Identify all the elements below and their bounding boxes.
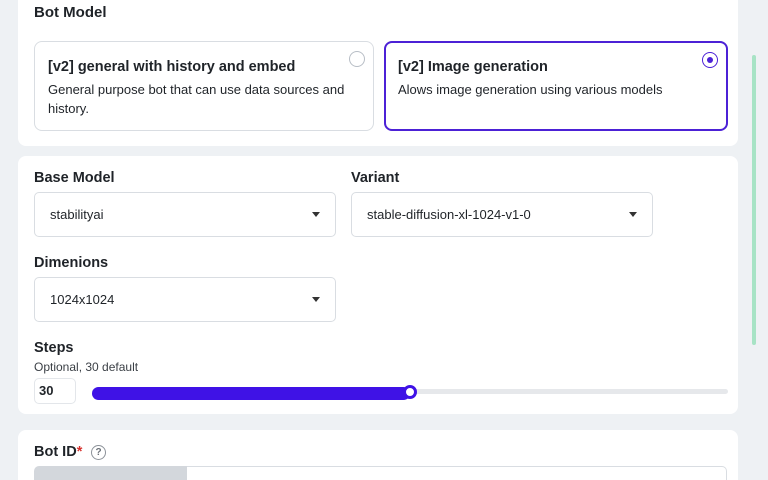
model-settings-card: Base Model stabilityai Variant stable-di…: [18, 156, 738, 414]
bot-option-image-desc: Alows image generation using various mod…: [398, 82, 663, 97]
chevron-down-icon: [629, 212, 637, 217]
steps-input[interactable]: 30: [34, 378, 76, 404]
steps-slider[interactable]: [92, 385, 728, 400]
steps-slider-fill: [92, 387, 410, 400]
variant-value: stable-diffusion-xl-1024-v1-0: [367, 207, 531, 222]
chevron-down-icon: [312, 212, 320, 217]
dimensions-label: Dimenions: [34, 255, 109, 271]
required-star: *: [76, 444, 83, 460]
bot-id-label-text: Bot ID: [34, 444, 77, 460]
bot-option-general[interactable]: [v2] general with history and embed Gene…: [34, 41, 374, 131]
base-model-value: stabilityai: [50, 207, 104, 222]
scrollbar[interactable]: [752, 55, 756, 345]
bot-id-input[interactable]: [187, 466, 727, 480]
dimensions-value: 1024x1024: [50, 292, 115, 307]
bot-option-image-title: [v2] Image generation: [398, 59, 548, 75]
help-icon[interactable]: ?: [91, 445, 106, 460]
steps-slider-thumb[interactable]: [403, 385, 417, 399]
steps-hint: Optional, 30 default: [34, 360, 139, 374]
base-model-select[interactable]: stabilityai: [34, 192, 336, 237]
base-model-label: Base Model: [34, 170, 115, 186]
bot-model-card: Bot Model [v2] general with history and …: [18, 0, 738, 146]
bot-option-general-title: [v2] general with history and embed: [48, 59, 296, 75]
steps-label: Steps: [34, 340, 74, 356]
bot-option-general-desc: General purpose bot that can use data so…: [48, 82, 345, 116]
bot-model-title: Bot Model: [34, 4, 107, 21]
bot-id-label: Bot ID*: [34, 444, 82, 460]
bot-id-card: Bot ID* ?: [18, 430, 738, 480]
radio-general[interactable]: [349, 51, 365, 67]
variant-select[interactable]: stable-diffusion-xl-1024-v1-0: [351, 192, 653, 237]
chevron-down-icon: [312, 297, 320, 302]
bot-option-image-generation[interactable]: [v2] Image generation Alows image genera…: [384, 41, 728, 131]
dimensions-select[interactable]: 1024x1024: [34, 277, 336, 322]
bot-id-prefix: [34, 466, 187, 480]
variant-label: Variant: [351, 170, 400, 186]
radio-image-generation[interactable]: [702, 52, 718, 68]
